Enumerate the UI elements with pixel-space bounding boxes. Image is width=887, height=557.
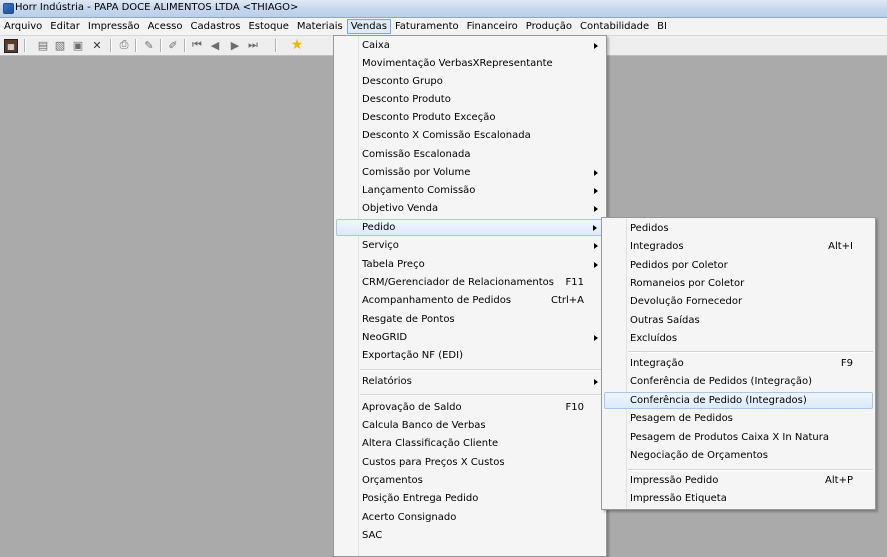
menu-item-altera-classificacao[interactable]: Altera Classificação Cliente bbox=[336, 435, 604, 452]
menu-item-acompanhamento-pedidos[interactable]: Acompanhamento de Pedidos Ctrl+A bbox=[336, 292, 604, 309]
menu-faturamento[interactable]: Faturamento bbox=[391, 19, 463, 34]
submenu-item-outras-saidas[interactable]: Outras Saídas bbox=[604, 312, 873, 329]
menu-item-sac[interactable]: SAC bbox=[336, 527, 604, 544]
submenu-arrow-icon bbox=[594, 379, 598, 385]
submenu-item-pedidos[interactable]: Pedidos bbox=[604, 220, 873, 237]
toolbar-separator bbox=[135, 39, 137, 52]
print-icon[interactable]: ⎙ bbox=[117, 38, 131, 52]
menu-financeiro[interactable]: Financeiro bbox=[463, 19, 522, 34]
menu-acesso[interactable]: Acesso bbox=[144, 19, 187, 34]
submenu-item-pesagem-pedidos[interactable]: Pesagem de Pedidos bbox=[604, 410, 873, 427]
menu-bar: Arquivo Editar Impressão Acesso Cadastro… bbox=[0, 18, 887, 36]
report-icon[interactable]: ▦ bbox=[4, 39, 18, 53]
menu-item-calcula-banco-verbas[interactable]: Calcula Banco de Verbas bbox=[336, 417, 604, 434]
menu-item-crm[interactable]: CRM/Gerenciador de Relacionamentos F11 bbox=[336, 274, 604, 291]
menu-item-pedido[interactable]: Pedido bbox=[336, 219, 604, 236]
toolbar-separator bbox=[184, 39, 186, 52]
shortcut-label: Alt+I bbox=[828, 241, 853, 252]
submenu-item-excluidos[interactable]: Excluídos bbox=[604, 330, 873, 347]
shortcut-label: Alt+P bbox=[825, 475, 853, 486]
preview-icon[interactable]: ▤ bbox=[36, 38, 50, 52]
menu-item-desconto-grupo[interactable]: Desconto Grupo bbox=[336, 73, 604, 90]
previous-record-icon[interactable]: ◀ bbox=[208, 38, 222, 52]
delete-icon[interactable]: ✕ bbox=[90, 38, 104, 52]
menu-item-desconto-produto[interactable]: Desconto Produto bbox=[336, 91, 604, 108]
window-title: Horr Indústria - PAPA DOCE ALIMENTOS LTD… bbox=[15, 2, 299, 13]
pedido-submenu: Pedidos Integrados Alt+I Pedidos por Cole… bbox=[601, 217, 876, 510]
print-preview-icon[interactable]: ▧ bbox=[53, 38, 67, 52]
title-bar: Horr Indústria - PAPA DOCE ALIMENTOS LTD… bbox=[0, 0, 887, 18]
submenu-arrow-icon bbox=[594, 243, 598, 249]
shortcut-label: F9 bbox=[840, 358, 853, 369]
menu-item-custos-precos[interactable]: Custos para Preços X Custos bbox=[336, 454, 604, 471]
submenu-item-impressao-pedido[interactable]: Impressão Pedido Alt+P bbox=[604, 472, 873, 489]
toolbar-separator bbox=[160, 39, 162, 52]
submenu-item-negociacao-orcamentos[interactable]: Negociação de Orçamentos bbox=[604, 447, 873, 464]
menu-cadastros[interactable]: Cadastros bbox=[187, 19, 245, 34]
menu-separator bbox=[360, 369, 604, 371]
menu-arquivo[interactable]: Arquivo bbox=[0, 19, 46, 34]
menu-item-relatorios[interactable]: Relatórios bbox=[336, 373, 604, 390]
tool-icon[interactable]: ✐ bbox=[166, 38, 180, 52]
first-record-icon[interactable]: ⏮ bbox=[190, 38, 204, 52]
menu-item-movimentacao-verbas[interactable]: Movimentação VerbasXRepresentante bbox=[336, 55, 604, 72]
menu-item-resgate-pontos[interactable]: Resgate de Pontos bbox=[336, 311, 604, 328]
shortcut-label: F11 bbox=[565, 277, 584, 288]
menu-item-acerto-consignado[interactable]: Acerto Consignado bbox=[336, 509, 604, 526]
submenu-arrow-icon bbox=[594, 206, 598, 212]
submenu-arrow-icon bbox=[594, 170, 598, 176]
menu-item-posicao-entrega[interactable]: Posição Entrega Pedido bbox=[336, 490, 604, 507]
menu-item-comissao-escalonada[interactable]: Comissão Escalonada bbox=[336, 146, 604, 163]
submenu-arrow-icon bbox=[594, 262, 598, 268]
submenu-item-integracao[interactable]: Integração F9 bbox=[604, 355, 873, 372]
save-icon[interactable]: ▣ bbox=[71, 38, 85, 52]
menu-item-aprovacao-saldo[interactable]: Aprovação de Saldo F10 bbox=[336, 399, 604, 416]
shortcut-label: Ctrl+A bbox=[550, 295, 584, 306]
app-icon bbox=[3, 3, 14, 14]
toolbar-separator bbox=[24, 39, 26, 52]
menu-item-tabela-preco[interactable]: Tabela Preço bbox=[336, 256, 604, 273]
menu-impressao[interactable]: Impressão bbox=[84, 19, 144, 34]
submenu-item-impressao-etiqueta[interactable]: Impressão Etiqueta bbox=[604, 490, 873, 507]
menu-separator bbox=[628, 351, 873, 353]
menu-editar[interactable]: Editar bbox=[46, 19, 84, 34]
menu-item-desconto-produto-excecao[interactable]: Desconto Produto Exceção bbox=[336, 109, 604, 126]
menu-item-exportacao-nf[interactable]: Exportação NF (EDI) bbox=[336, 347, 604, 364]
menu-item-neogrid[interactable]: NeoGRID bbox=[336, 329, 604, 346]
menu-separator bbox=[360, 394, 604, 396]
toolbar-separator bbox=[275, 39, 277, 52]
submenu-arrow-icon bbox=[594, 43, 598, 49]
toolbar-separator bbox=[110, 39, 112, 52]
submenu-arrow-icon bbox=[594, 335, 598, 341]
submenu-item-romaneios-por-coletor[interactable]: Romaneios por Coletor bbox=[604, 275, 873, 292]
submenu-item-pesagem-produtos[interactable]: Pesagem de Produtos Caixa X In Natura bbox=[604, 429, 873, 446]
vendas-menu: Caixa Movimentação VerbasXRepresentante … bbox=[333, 35, 607, 557]
menu-item-orcamentos[interactable]: Orçamentos bbox=[336, 472, 604, 489]
submenu-item-conferencia-integrados[interactable]: Conferência de Pedido (Integrados) bbox=[604, 392, 873, 409]
submenu-item-pedidos-por-coletor[interactable]: Pedidos por Coletor bbox=[604, 257, 873, 274]
submenu-arrow-icon bbox=[593, 225, 597, 231]
menu-producao[interactable]: Produção bbox=[522, 19, 576, 34]
menu-contabilidade[interactable]: Contabilidade bbox=[576, 19, 653, 34]
edit-icon[interactable]: ✎ bbox=[142, 38, 156, 52]
next-record-icon[interactable]: ▶ bbox=[228, 38, 242, 52]
menu-vendas[interactable]: Vendas bbox=[346, 19, 391, 34]
menu-item-desconto-comissao-escalonada[interactable]: Desconto X Comissão Escalonada bbox=[336, 127, 604, 144]
menu-item-comissao-por-volume[interactable]: Comissão por Volume bbox=[336, 164, 604, 181]
menu-bi[interactable]: BI bbox=[653, 19, 671, 34]
submenu-item-conferencia-integracao[interactable]: Conferência de Pedidos (Integração) bbox=[604, 373, 873, 390]
menu-estoque[interactable]: Estoque bbox=[244, 19, 292, 34]
menu-separator bbox=[628, 469, 873, 471]
last-record-icon[interactable]: ⏭ bbox=[246, 38, 260, 52]
menu-materiais[interactable]: Materiais bbox=[293, 19, 347, 34]
submenu-item-devolucao-fornecedor[interactable]: Devolução Fornecedor bbox=[604, 293, 873, 310]
menu-item-servico[interactable]: Serviço bbox=[336, 237, 604, 254]
submenu-arrow-icon bbox=[594, 188, 598, 194]
menu-item-lancamento-comissao[interactable]: Lançamento Comissão bbox=[336, 182, 604, 199]
submenu-item-integrados[interactable]: Integrados Alt+I bbox=[604, 238, 873, 255]
shortcut-label: F10 bbox=[565, 402, 584, 413]
favorite-star-icon[interactable]: ★ bbox=[290, 37, 304, 53]
menu-item-caixa[interactable]: Caixa bbox=[336, 37, 604, 54]
menu-item-objetivo-venda[interactable]: Objetivo Venda bbox=[336, 200, 604, 217]
